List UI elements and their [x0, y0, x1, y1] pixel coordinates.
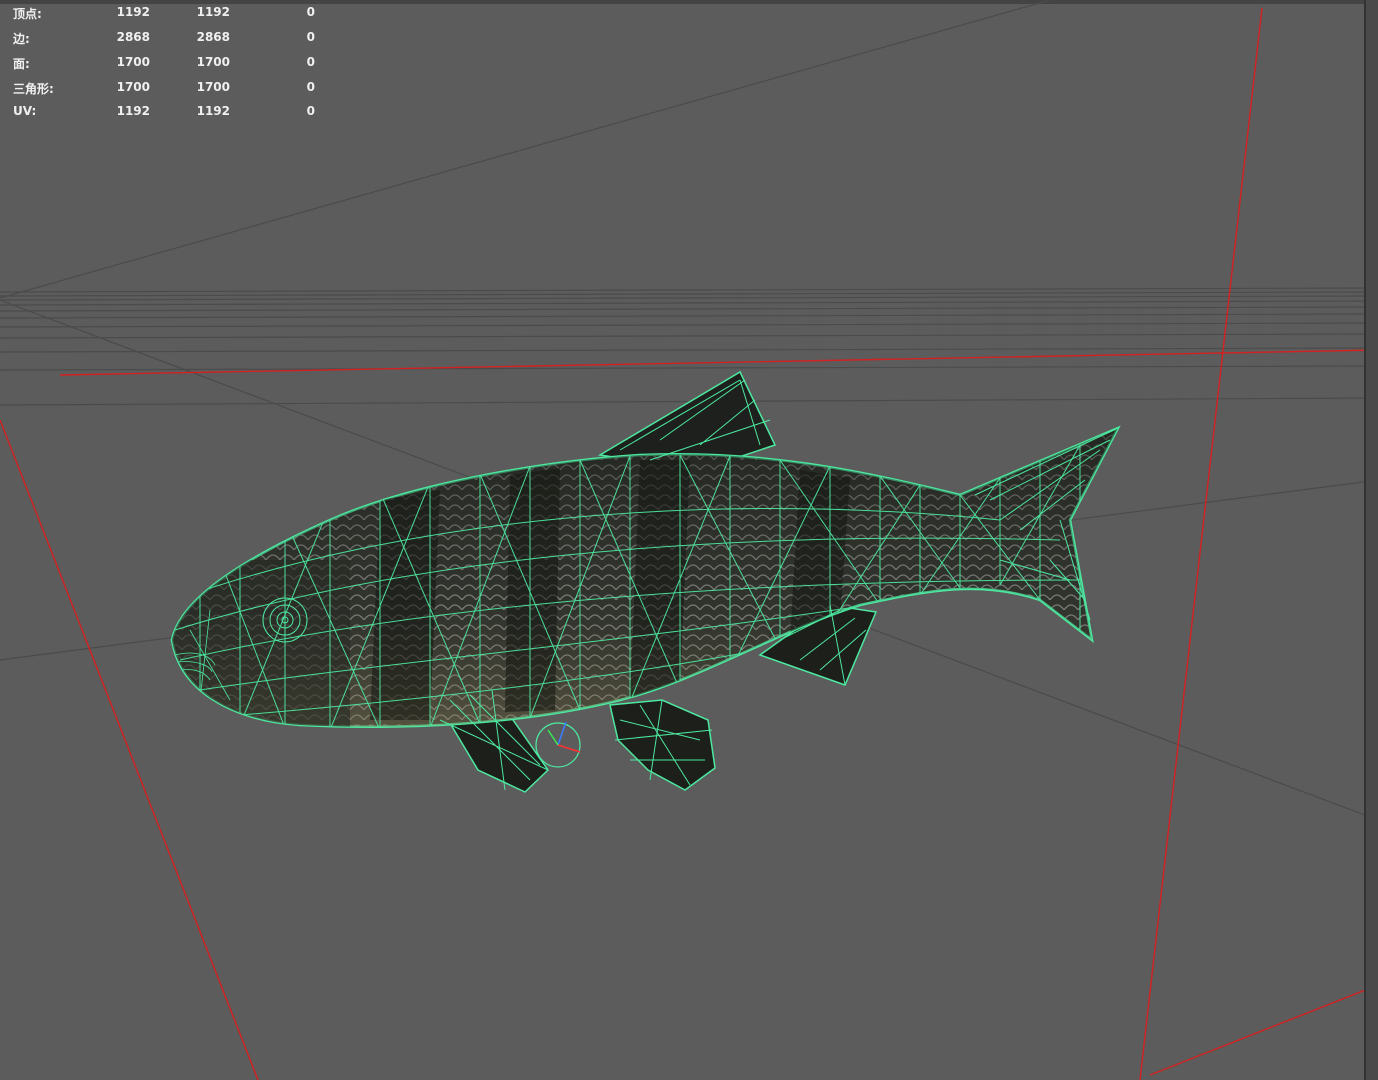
hud-selected: 1700 — [196, 80, 230, 94]
hud-label: 三角形: — [13, 82, 54, 96]
hud-extra: 0 — [306, 104, 315, 118]
hud-selected: 1700 — [196, 55, 230, 69]
hud-extra: 0 — [306, 30, 315, 44]
hud-row-edges: 边: 2868 2868 0 — [0, 30, 330, 50]
hud-extra: 0 — [306, 55, 315, 69]
hud-row-faces: 面: 1700 1700 0 — [0, 55, 330, 75]
hud-label: UV: — [13, 104, 37, 118]
pivot-gizmo[interactable] — [535, 721, 581, 768]
hud-label: 顶点: — [13, 7, 42, 21]
hud-row-uvs: UV: 1192 1192 0 — [0, 104, 330, 124]
hud-total: 1700 — [116, 55, 150, 69]
hud-selected: 2868 — [196, 30, 230, 44]
hud-total: 1192 — [116, 5, 150, 19]
fish-mesh[interactable] — [160, 370, 1140, 793]
hud-total: 1700 — [116, 80, 150, 94]
hud-label: 边: — [13, 32, 30, 46]
hud-row-triangles: 三角形: 1700 1700 0 — [0, 80, 330, 100]
hud-row-vertices: 顶点: 1192 1192 0 — [0, 5, 330, 25]
hud-label: 面: — [13, 57, 30, 71]
hud-extra: 0 — [306, 80, 315, 94]
hud-selected: 1192 — [196, 5, 230, 19]
hud-selected: 1192 — [196, 104, 230, 118]
polycount-hud: 顶点: 1192 1192 0 边: 2868 2868 0 面: 1700 1… — [0, 0, 330, 125]
scene-canvas[interactable] — [0, 0, 1378, 1080]
pelvic-fin — [609, 699, 716, 791]
viewport-right-border — [1364, 0, 1378, 1080]
hud-extra: 0 — [306, 5, 315, 19]
hud-total: 2868 — [116, 30, 150, 44]
3d-viewport[interactable]: 顶点: 1192 1192 0 边: 2868 2868 0 面: 1700 1… — [0, 0, 1378, 1080]
hud-total: 1192 — [116, 104, 150, 118]
